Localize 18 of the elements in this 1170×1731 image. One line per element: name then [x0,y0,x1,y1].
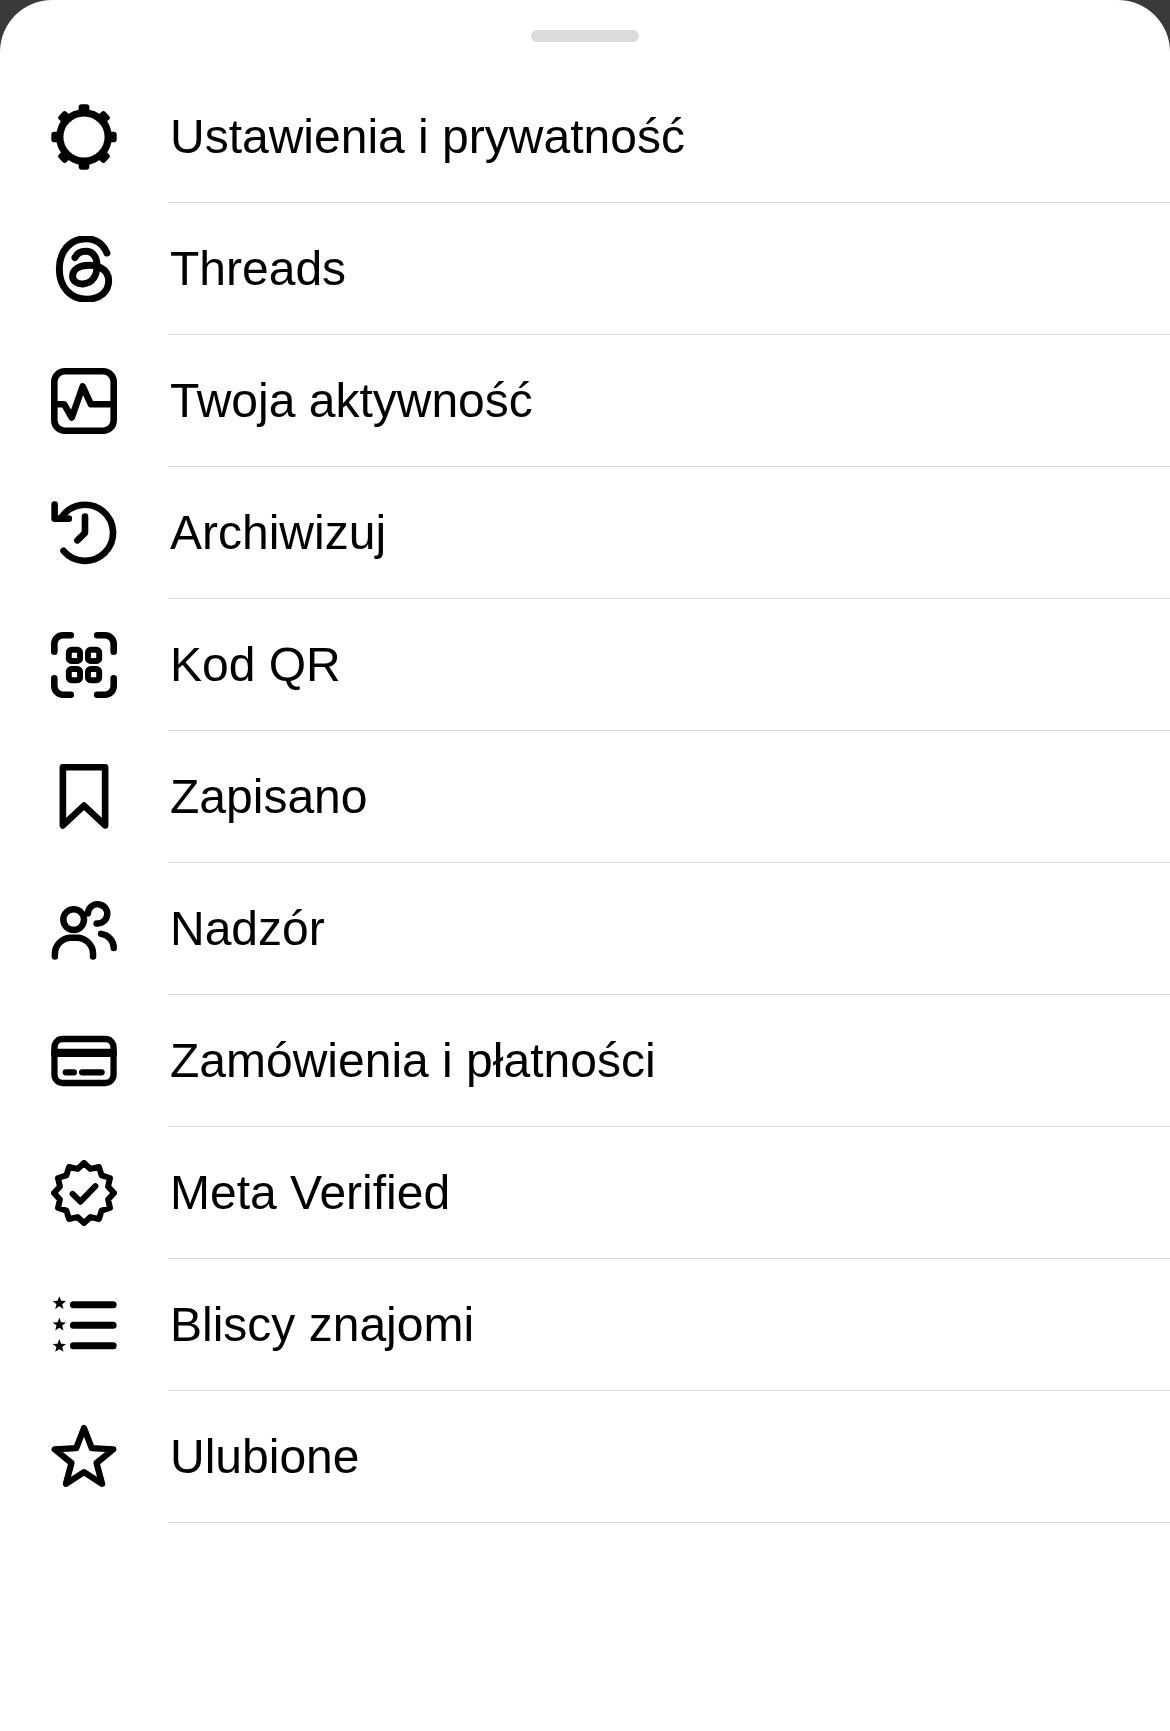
menu-item[interactable]: Threads [0,203,1170,335]
menu-item[interactable]: Nadzór [0,863,1170,995]
menu-item[interactable]: Bliscy znajomi [0,1259,1170,1391]
menu-item[interactable]: Zapisano [0,731,1170,863]
menu-item[interactable]: Ulubione [0,1391,1170,1523]
history-clock-icon [51,500,117,566]
verified-badge-icon [51,1160,117,1226]
menu-item[interactable]: Zamówienia i płatności [0,995,1170,1127]
drag-handle[interactable] [531,30,639,42]
star-icon [51,1424,117,1490]
menu-item[interactable]: Kod QR [0,599,1170,731]
activity-chart-icon [51,368,117,434]
menu-item[interactable]: Ustawienia i prywatność [0,71,1170,203]
menu-item[interactable]: Meta Verified [0,1127,1170,1259]
menu-item[interactable]: Twoja aktywność [0,335,1170,467]
settings-icon [51,104,117,170]
qr-code-icon [51,632,117,698]
menu-item[interactable]: Archiwizuj [0,467,1170,599]
